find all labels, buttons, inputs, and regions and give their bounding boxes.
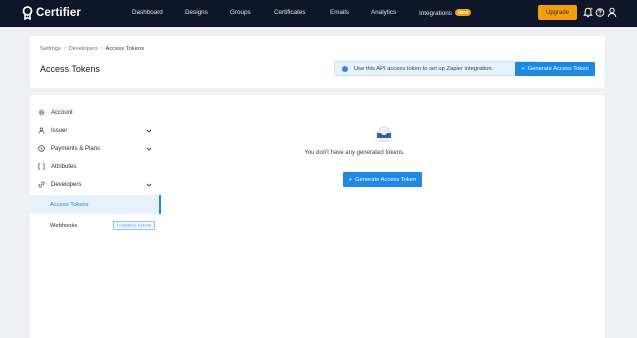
chevron-down-icon[interactable] [146, 128, 152, 134]
link-icon [38, 181, 45, 188]
header-card: Settings / Developers / Access Tokens Access… [30, 36, 605, 88]
new-badge: NEW [454, 9, 472, 16]
sidebar-item-label: Account [51, 109, 73, 116]
nav-integrations[interactable]: Integrations NEW [419, 9, 472, 17]
empty-generate-access-token-button[interactable]: + Generate Access Token [343, 172, 422, 187]
user-icon[interactable] [607, 7, 617, 18]
empty-state-message: You don't have any generated tokens. [304, 150, 405, 156]
info-banner: Use this API access token to set up Zapi… [334, 61, 539, 76]
info-icon [342, 65, 348, 72]
logo[interactable]: Certifier [22, 6, 81, 20]
main-card: Account Issuer $ Payments & Plans Attrib… [30, 95, 605, 338]
user-icon [38, 127, 45, 134]
sidebar-item-developers[interactable]: Developers [38, 181, 81, 188]
generate-button-label: Generate Access Token [527, 66, 589, 72]
sidebar-item-label: Attributes [51, 163, 77, 170]
sidebar-item-attributes[interactable]: Attributes [38, 163, 76, 170]
nav-dashboard[interactable]: Dashboard [132, 9, 163, 16]
inbox-illustration-icon [376, 126, 392, 143]
info-text: Use this API access token to set up Zapi… [354, 65, 494, 72]
dollar-icon: $ [38, 145, 45, 152]
breadcrumb: Settings / Developers / Access Tokens [40, 46, 145, 52]
app-name: Certifier [36, 7, 81, 19]
top-navbar: Certifier Dashboard Designs Groups Certi… [0, 0, 637, 27]
bell-icon[interactable] [583, 7, 593, 18]
generate-access-token-button[interactable]: + Generate Access Token [515, 62, 595, 76]
sidebar-subitem-webhooks[interactable]: Webhooks COMING SOON [30, 216, 161, 235]
page-title: Access Tokens [40, 64, 100, 74]
sidebar-item-label: Payments & Plans [51, 145, 101, 152]
sidebar-subitem-label: Access Tokens [50, 201, 89, 208]
upgrade-button[interactable]: Upgrade [538, 5, 577, 20]
sidebar-item-issuer[interactable]: Issuer [38, 127, 67, 134]
nav-integrations-label: Integrations [419, 10, 452, 17]
svg-text:$: $ [40, 146, 43, 151]
certifier-logo-icon [22, 6, 33, 20]
chevron-down-icon[interactable] [146, 182, 152, 188]
plus-icon: + [521, 66, 525, 72]
sidebar-item-payments[interactable]: $ Payments & Plans [38, 145, 100, 152]
plus-icon: + [348, 176, 353, 183]
nav-analytics[interactable]: Analytics [371, 9, 396, 16]
gear-icon [38, 109, 45, 116]
empty-generate-button-label: Generate Access Token [355, 176, 417, 183]
breadcrumb-developers[interactable]: Developers [69, 46, 98, 52]
coming-soon-badge: COMING SOON [113, 221, 156, 230]
sidebar-item-account[interactable]: Account [38, 109, 73, 116]
help-icon[interactable] [595, 7, 605, 18]
nav-certificates[interactable]: Certificates [274, 9, 306, 16]
brackets-icon [38, 163, 45, 170]
nav-groups[interactable]: Groups [230, 9, 251, 16]
breadcrumb-settings[interactable]: Settings [40, 46, 61, 52]
nav-designs[interactable]: Designs [185, 9, 208, 16]
sidebar-item-label: Developers [51, 181, 82, 188]
sidebar-item-label: Issuer [51, 127, 68, 134]
sidebar-subitem-access-tokens[interactable]: Access Tokens [30, 195, 161, 214]
chevron-down-icon[interactable] [146, 146, 152, 152]
nav-emails[interactable]: Emails [330, 9, 349, 16]
sidebar-subitem-label: Webhooks [50, 222, 78, 229]
breadcrumb-current: Access Tokens [105, 46, 145, 52]
